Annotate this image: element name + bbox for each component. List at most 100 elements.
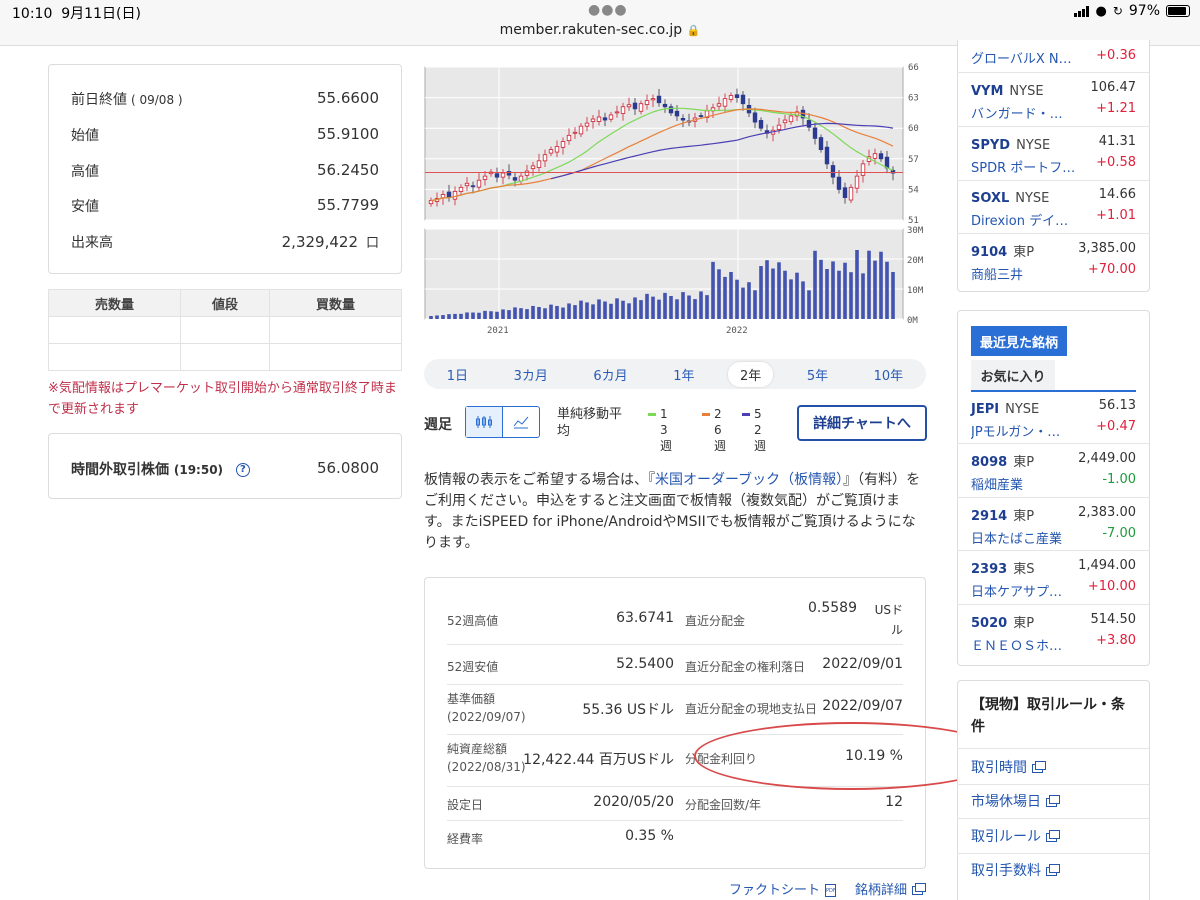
price-card: 前日終値 ( 09/08 ) 55.6600 始値 55.9100 高値 56.2450 安値… [48,64,402,274]
orderbook-row [48,316,402,344]
price-header: 値段 [179,289,271,317]
stat-label: 分配金回数/年 [685,798,762,812]
line-chart-icon[interactable] [503,407,540,437]
volume-bar [795,272,799,319]
ticker-change: +3.80 [1096,633,1136,648]
ticker-name[interactable]: JPモルガン・… [971,421,1081,440]
help-icon[interactable]: ? [235,463,250,477]
watchlist-item[interactable]: JEPI NYSE 56.13 JPモルガン・… +0.47 [971,398,1136,440]
candlestick-icon[interactable] [466,407,503,437]
orderbook-info-paragraph: 板情報の表示をご希望する場合は、『米国オーダーブック（板情報）』（有料）をご利用… [424,472,921,551]
watchlist-item[interactable]: SPYD NYSE 41.31 SPDR ポートフ… +0.58 [971,134,1136,176]
volume-bar [801,281,805,319]
period-tab[interactable]: 5年 [795,362,840,387]
ticker-name[interactable]: 日本ケアサプ… [971,581,1081,600]
volume-bar [687,295,691,319]
watchlist-item[interactable]: グローバルX N… +0.36 [971,48,1136,67]
period-tab[interactable]: 10年 [862,362,916,387]
rule-link[interactable]: 取引時間 [971,757,1046,777]
rule-link[interactable]: 取引ルール [971,826,1060,846]
volume-bar [705,295,709,319]
candle-body [722,98,728,107]
volume-bar [501,309,505,319]
volume-bar [819,259,823,319]
candle-body [452,191,458,200]
watchlist-item[interactable]: 2914 東P 2,383.00 日本たばこ産業 -7.00 [971,505,1136,547]
stock-detail-link[interactable]: 銘柄詳細 [855,879,927,898]
price-row-value: 2,329,422 口 [282,232,379,252]
volume-bar [861,273,865,319]
us-orderbook-link[interactable]: 米国オーダーブック（板情報） [655,472,843,488]
volume-bar [597,299,601,319]
volume-bar [465,312,469,319]
volume-bar [711,261,715,319]
period-selector: 1日 3カ月 6カ月 1年 2年 5年 10年 [424,359,926,389]
ticker-name[interactable]: Direxion デイ… [971,210,1081,229]
ticker-name[interactable]: バンガード・… [971,103,1081,122]
rule-link[interactable]: 取引手数料 [971,860,1060,880]
detail-chart-button[interactable]: 詳細チャートへ [797,405,927,441]
volume-bar [489,311,493,319]
ticker-name[interactable]: グローバルX N… [971,48,1081,67]
volume-bar [435,315,439,319]
chart-type-toggle[interactable] [465,406,540,438]
value-text: 55.7799 [316,196,379,214]
candle-body [854,175,860,189]
legend-item: 26週 [702,406,734,454]
tab-favorites[interactable]: お気に入り [971,360,1055,390]
candle-body [752,112,758,123]
candle-body [482,175,488,180]
ticker-name[interactable]: 商船三井 [971,264,1081,283]
watchlist-item[interactable]: 9104 東P 3,385.00 商船三井 +70.00 [971,241,1136,283]
volume-bar [567,303,571,319]
ticker-name[interactable]: 日本たばこ産業 [971,528,1081,547]
volume-bar [555,305,559,319]
list-divider [957,604,1150,605]
period-tab[interactable]: 6カ月 [581,362,639,387]
price-row-value: 55.9100 [317,125,379,145]
orientation-lock-icon: ↻ [1112,4,1123,18]
watchlist-item[interactable]: 2393 東S 1,494.00 日本ケアサプ… +10.00 [971,558,1136,600]
price-row-value: 55.7799 [317,196,379,216]
orderbook-header: 売数量 値段 買数量 [48,289,402,317]
rule-link[interactable]: 市場休場日 [971,791,1060,811]
price-row: 安値 55.7799 [71,196,379,216]
price-chart[interactable]: 66 63 60 57 54 5130M 20M 10M 0M 2021 2022 [422,62,932,340]
watchlist-item[interactable]: 8098 東P 2,449.00 稲畑産業 -1.00 [971,451,1136,493]
volume-bar [627,303,631,319]
ticker-name[interactable]: SPDR ポートフ… [971,157,1081,176]
ticker-name[interactable]: 稲畑産業 [971,474,1081,493]
candle-body [602,117,608,121]
moving-average-label: 単純移動平均 [557,407,623,439]
ticker-change: +1.21 [1096,101,1136,116]
tab-recent[interactable]: 最近見た銘柄 [971,326,1067,356]
after-hours-price: 56.0800 [316,459,379,477]
url-bar[interactable]: member.rakuten-sec.co.jp 🔒 [0,22,1200,38]
ticker-price: 14.66 [1098,187,1136,202]
ticker-code: 9104 [971,245,1008,260]
watchlist-item[interactable]: 5020 東P 514.50 ＥＮＥＯＳホ… +3.80 [971,612,1136,654]
candle-body [512,177,518,181]
period-tab[interactable]: 1日 [435,362,480,387]
volume-bar [573,305,577,319]
volume-bar [747,282,751,319]
watchlist-item[interactable]: SOXL NYSE 14.66 Direxion デイ… +1.01 [971,187,1136,229]
candle-body [524,170,530,176]
period-tab[interactable]: 2年 [728,361,774,387]
price-row-value: 56.2450 [317,161,379,181]
stat-label: 直近分配金の権利落日 [685,660,806,674]
volume-bar [519,308,523,319]
volume-bar [477,312,481,319]
volume-bar [681,292,685,319]
period-tab[interactable]: 1年 [661,362,706,387]
ticker-name[interactable]: ＥＮＥＯＳホ… [971,635,1081,654]
candle-body [614,111,620,114]
legend-swatch [648,413,656,416]
watchlist-item[interactable]: VYM NYSE 106.47 バンガード・… +1.21 [971,80,1136,122]
factsheet-link[interactable]: ファクトシート PDF [729,879,837,898]
ticker-market: NYSE [1015,191,1050,206]
period-tab[interactable]: 3カ月 [502,362,560,387]
external-window-icon [1032,760,1046,773]
stat-value: 10.19 % [845,748,903,764]
more-dots-icon[interactable]: ●●● [588,2,628,18]
